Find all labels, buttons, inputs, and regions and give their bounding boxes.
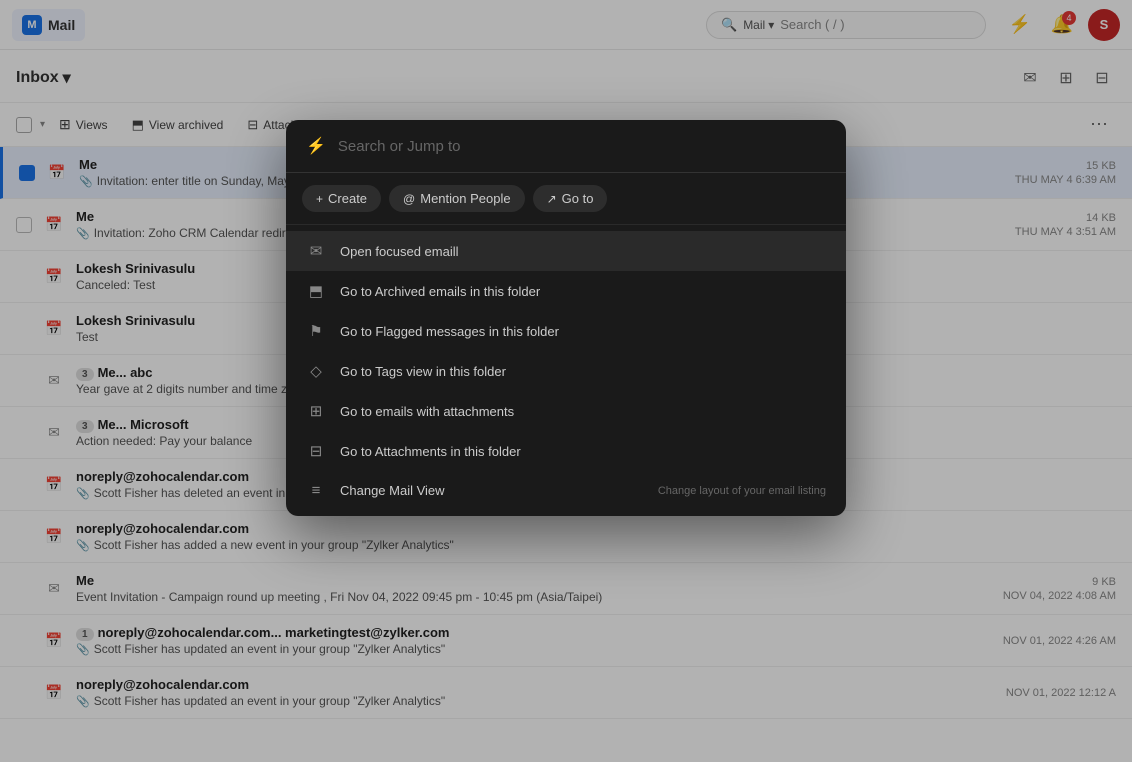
list-item[interactable]: ⚑ Go to Flagged messages in this folder — [286, 311, 846, 351]
list-item[interactable]: ◇ Go to Tags view in this folder — [286, 351, 846, 391]
list-item[interactable]: ≡ Change Mail View Change layout of your… — [286, 471, 846, 510]
cp-items-list: ✉ Open focused emaill ⬒ Go to Archived e… — [286, 225, 846, 516]
arrow-icon: ↗ — [547, 192, 557, 206]
command-palette-overlay[interactable]: ⚡ + Create @ Mention People ↗ Go to ✉ Op… — [0, 0, 1132, 762]
list-item[interactable]: ⊞ Go to emails with attachments — [286, 391, 846, 431]
at-icon: @ — [403, 192, 415, 206]
cp-goto-button[interactable]: ↗ Go to — [533, 185, 608, 212]
archive-icon: ⬒ — [306, 282, 326, 300]
cp-mention-button[interactable]: @ Mention People — [389, 185, 525, 212]
cp-search-input[interactable] — [338, 138, 826, 155]
cp-search-row: ⚡ — [286, 120, 846, 173]
tag-icon: ◇ — [306, 362, 326, 380]
bolt-icon: ⚡ — [306, 136, 326, 156]
flag-icon: ⚑ — [306, 322, 326, 340]
cp-create-button[interactable]: + Create — [302, 185, 381, 212]
attachment-filter-icon: ⊞ — [306, 402, 326, 420]
list-item[interactable]: ⊟ Go to Attachments in this folder — [286, 431, 846, 471]
cp-actions: + Create @ Mention People ↗ Go to — [286, 173, 846, 225]
attachments-folder-icon: ⊟ — [306, 442, 326, 460]
command-palette: ⚡ + Create @ Mention People ↗ Go to ✉ Op… — [286, 120, 846, 516]
email-icon: ✉ — [306, 242, 326, 260]
list-item[interactable]: ⬒ Go to Archived emails in this folder — [286, 271, 846, 311]
plus-icon: + — [316, 192, 323, 206]
layout-icon: ≡ — [306, 482, 326, 499]
list-item[interactable]: ✉ Open focused emaill — [286, 231, 846, 271]
